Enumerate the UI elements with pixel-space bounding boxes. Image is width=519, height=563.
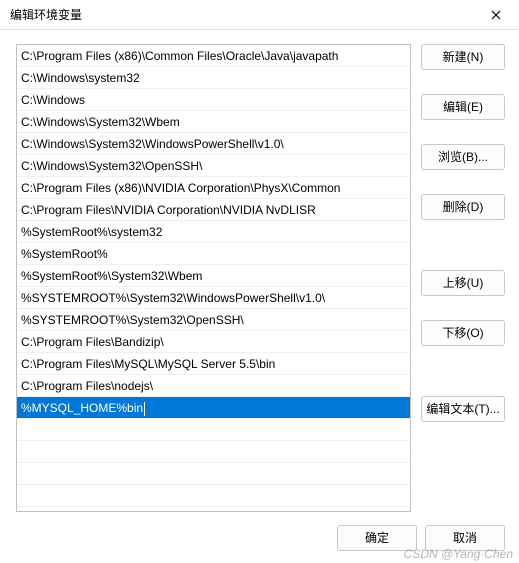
list-item[interactable]: C:\Windows\System32\OpenSSH\ <box>17 155 410 177</box>
list-item[interactable]: C:\Windows <box>17 89 410 111</box>
ok-button[interactable]: 确定 <box>337 525 417 551</box>
cancel-button[interactable]: 取消 <box>425 525 505 551</box>
spacer <box>421 302 505 314</box>
side-button-column: 新建(N) 编辑(E) 浏览(B)... 删除(D) 上移(U) 下移(O) 编… <box>421 44 505 512</box>
path-listbox[interactable]: C:\Program Files (x86)\Common Files\Orac… <box>16 44 411 512</box>
list-item[interactable]: %SYSTEMROOT%\System32\WindowsPowerShell\… <box>17 287 410 309</box>
list-item[interactable]: C:\Windows\system32 <box>17 67 410 89</box>
list-item[interactable] <box>17 419 410 441</box>
titlebar: 编辑环境变量 <box>0 0 519 30</box>
list-item[interactable] <box>17 441 410 463</box>
list-item-selected[interactable]: %MYSQL_HOME%bin <box>17 397 410 419</box>
dialog-bottom-bar: 确定 取消 <box>337 525 505 551</box>
spacer <box>421 176 505 188</box>
list-item[interactable]: %SystemRoot% <box>17 243 410 265</box>
list-item[interactable]: C:\Program Files\MySQL\MySQL Server 5.5\… <box>17 353 410 375</box>
path-edit-input[interactable]: %MYSQL_HOME%bin <box>21 399 143 417</box>
list-item[interactable]: C:\Windows\System32\Wbem <box>17 111 410 133</box>
close-button[interactable] <box>481 1 511 29</box>
spacer <box>421 126 505 138</box>
edit-button[interactable]: 编辑(E) <box>421 94 505 120</box>
close-icon <box>491 10 501 20</box>
new-button[interactable]: 新建(N) <box>421 44 505 70</box>
delete-button[interactable]: 删除(D) <box>421 194 505 220</box>
list-item[interactable]: C:\Program Files (x86)\NVIDIA Corporatio… <box>17 177 410 199</box>
list-item[interactable]: C:\Program Files\NVIDIA Corporation\NVID… <box>17 199 410 221</box>
list-item[interactable]: C:\Program Files (x86)\Common Files\Orac… <box>17 45 410 67</box>
list-item[interactable]: %SystemRoot%\system32 <box>17 221 410 243</box>
list-item[interactable]: C:\Program Files\nodejs\ <box>17 375 410 397</box>
edittext-button[interactable]: 编辑文本(T)... <box>421 396 505 422</box>
list-item[interactable]: C:\Windows\System32\WindowsPowerShell\v1… <box>17 133 410 155</box>
movedown-button[interactable]: 下移(O) <box>421 320 505 346</box>
dialog-content: C:\Program Files (x86)\Common Files\Orac… <box>0 30 519 520</box>
spacer <box>421 226 505 264</box>
text-caret <box>144 402 145 416</box>
list-item[interactable]: C:\Program Files\Bandizip\ <box>17 331 410 353</box>
list-item[interactable] <box>17 485 410 507</box>
list-item[interactable]: %SYSTEMROOT%\System32\OpenSSH\ <box>17 309 410 331</box>
window-title: 编辑环境变量 <box>10 6 82 23</box>
browse-button[interactable]: 浏览(B)... <box>421 144 505 170</box>
list-item[interactable] <box>17 463 410 485</box>
list-item[interactable]: %SystemRoot%\System32\Wbem <box>17 265 410 287</box>
spacer <box>421 76 505 88</box>
moveup-button[interactable]: 上移(U) <box>421 270 505 296</box>
spacer <box>421 352 505 390</box>
